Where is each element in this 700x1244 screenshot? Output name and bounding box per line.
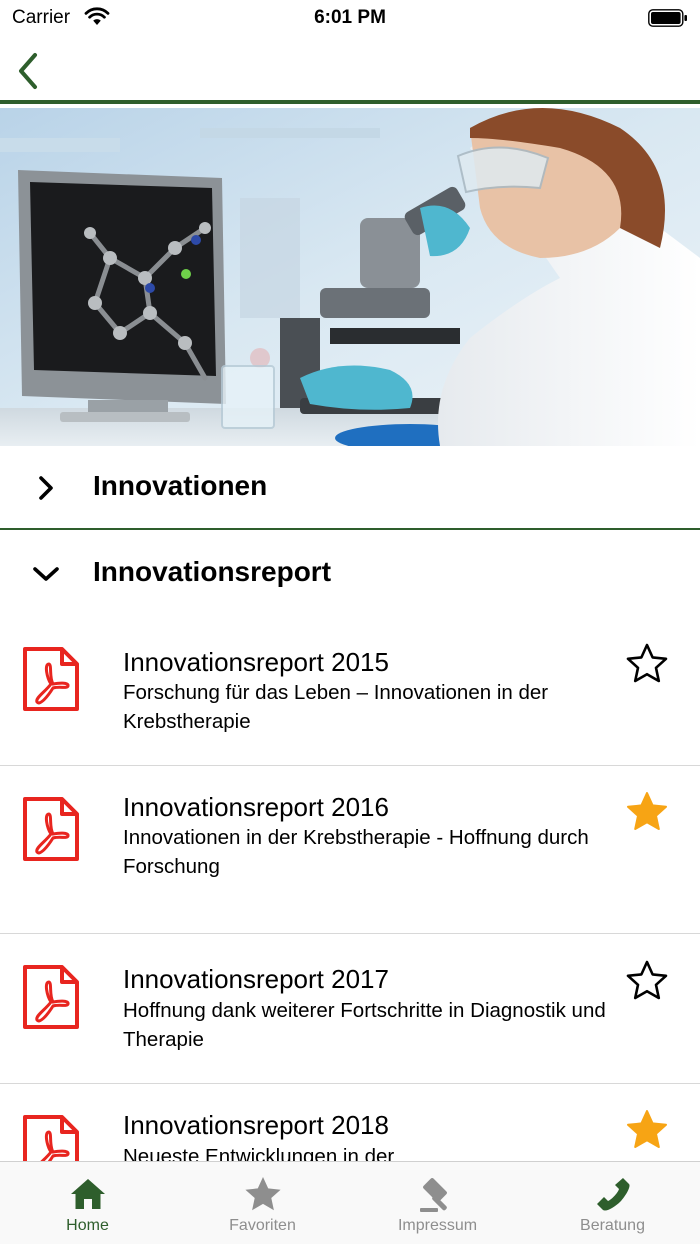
pdf-icon — [23, 965, 79, 1029]
star-filled-icon — [627, 792, 667, 830]
section-innovationen[interactable]: Innovationen — [0, 446, 700, 530]
report-title: Innovationsreport 2018 — [123, 1110, 389, 1140]
report-subtitle: Forschung für das Leben – Innovationen i… — [123, 681, 549, 733]
favorite-button[interactable] — [622, 788, 672, 834]
chevron-down-icon — [33, 567, 59, 581]
report-title: Innovationsreport 2016 — [123, 792, 389, 822]
tab-label: Beratung — [580, 1217, 645, 1234]
favorite-button[interactable] — [622, 957, 672, 1003]
report-list-item[interactable]: Innovationsreport 2015 Forschung für das… — [0, 616, 700, 766]
chevron-right-icon — [39, 476, 53, 500]
star-icon — [245, 1177, 281, 1211]
navigation-bar — [0, 40, 700, 104]
report-title: Innovationsreport 2017 — [123, 964, 389, 994]
tab-beratung[interactable]: Beratung — [525, 1162, 700, 1244]
favorite-button[interactable] — [622, 640, 672, 686]
clock-time: 6:01 PM — [314, 7, 386, 28]
star-outline-icon — [626, 960, 668, 1000]
tab-home[interactable]: Home — [0, 1162, 175, 1244]
star-filled-icon — [627, 1110, 667, 1148]
favorite-button[interactable] — [622, 1106, 672, 1152]
hero-image — [0, 108, 700, 446]
home-icon — [71, 1179, 105, 1209]
status-bar: Carrier 6:01 PM — [0, 0, 700, 40]
section-title: Innovationen — [93, 470, 268, 501]
back-button[interactable] — [6, 46, 50, 96]
tab-impressum[interactable]: Impressum — [350, 1162, 525, 1244]
tab-label: Impressum — [397, 1217, 478, 1234]
report-list-item[interactable]: Innovationsreport 2016 Innovationen in d… — [0, 766, 700, 934]
tab-bar: Home Favoriten Impressum Beratung — [0, 1161, 700, 1244]
report-subtitle: Innovationen in der Krebstherapie - Hoff… — [123, 826, 589, 878]
section-innovationsreport[interactable]: Innovationsreport — [0, 532, 700, 616]
tab-favoriten[interactable]: Favoriten — [175, 1162, 350, 1244]
chevron-left-icon — [19, 53, 37, 89]
star-outline-icon — [626, 643, 668, 683]
battery-icon — [648, 9, 687, 27]
pdf-icon — [23, 647, 79, 711]
tab-label: Favoriten — [229, 1217, 296, 1234]
pdf-icon — [23, 797, 79, 861]
report-list-item[interactable]: Innovationsreport 2017 Hoffnung dank wei… — [0, 934, 700, 1084]
report-title: Innovationsreport 2015 — [123, 647, 389, 677]
section-title: Innovationsreport — [93, 556, 332, 587]
laboratory-illustration — [0, 108, 700, 446]
phone-icon — [597, 1178, 630, 1211]
tab-label: Home — [66, 1217, 109, 1234]
report-subtitle: Hoffnung dank weiterer Fortschritte in D… — [123, 999, 606, 1051]
gavel-icon — [420, 1178, 447, 1212]
